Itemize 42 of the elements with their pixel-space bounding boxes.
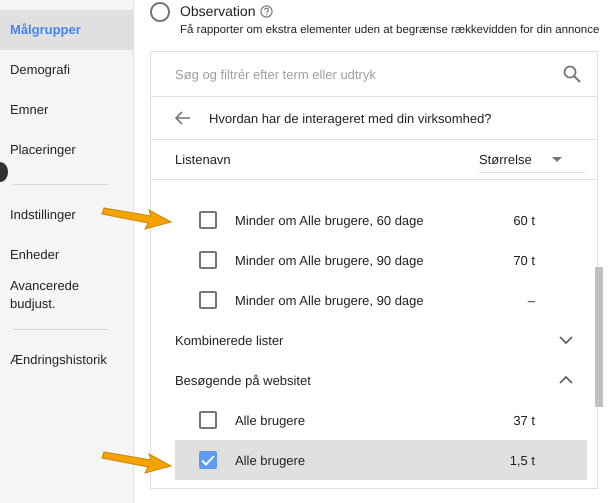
list-size: 1,5 t: [508, 452, 535, 468]
radio-button[interactable]: [150, 2, 170, 22]
sidebar-item[interactable]: Placeringer: [0, 130, 133, 170]
section-title[interactable]: Besøgende på websitet: [175, 372, 311, 388]
scrollbar[interactable]: [595, 267, 603, 407]
sidebar-item[interactable]: Demografi: [0, 50, 133, 90]
checkbox[interactable]: [199, 291, 217, 309]
back-arrow-icon[interactable]: [175, 111, 191, 125]
checkbox[interactable]: [199, 451, 217, 469]
checkbox[interactable]: [199, 251, 217, 269]
option-title: Observation: [180, 3, 256, 19]
list-name: Minder om Alle brugere, 90 dage: [235, 252, 425, 268]
list-name: Minder om Alle brugere, 90 dage: [235, 292, 425, 308]
list-size: 60 t: [512, 212, 535, 228]
column-header: Listenavn: [175, 152, 231, 167]
list-row[interactable]: Minder om Alle brugere, 90 dage 70 t: [175, 240, 587, 280]
list-size: 37 t: [512, 412, 535, 428]
section-title[interactable]: Kombinerede lister: [175, 332, 284, 348]
search-icon[interactable]: [563, 65, 581, 83]
sidebar-item[interactable]: Ændringshistorik: [0, 340, 133, 380]
checkbox[interactable]: [199, 211, 217, 229]
list-size: 70 t: [512, 252, 535, 268]
chevron-up-icon[interactable]: [559, 376, 573, 384]
sidebar-item[interactable]: Enheder: [0, 235, 133, 275]
category-title: Hvordan har de interageret med din virksomhed?: [209, 110, 492, 126]
list-name: Alle brugere: [235, 452, 306, 468]
chevron-down-icon[interactable]: [559, 336, 573, 344]
list-row[interactable]: Minder om Alle brugere, 60 dage 60 t: [175, 200, 587, 240]
list-name: Alle brugere: [235, 412, 306, 428]
list-name: Minder om Alle brugere, 60 dage: [235, 212, 425, 228]
help-icon[interactable]: [260, 4, 274, 18]
list-row[interactable]: Alle brugere 37 t: [175, 400, 587, 440]
list-size: –: [526, 292, 535, 308]
list-row[interactable]: Alle brugere 1,5 t: [175, 440, 587, 480]
dropdown-icon[interactable]: [552, 156, 562, 162]
column-header[interactable]: Størrelse: [479, 152, 532, 166]
sidebar-item[interactable]: Avancerede budjust.: [0, 275, 133, 315]
sidebar-item[interactable]: Indstillinger: [0, 195, 133, 235]
option-description: Få rapporter om ekstra elementer uden at begrænse rækkevidden for din annonce: [180, 24, 600, 36]
checkbox[interactable]: [199, 411, 217, 429]
sidebar-item[interactable]: Emner: [0, 90, 133, 130]
list-row[interactable]: Minder om Alle brugere, 90 dage –: [175, 280, 587, 320]
